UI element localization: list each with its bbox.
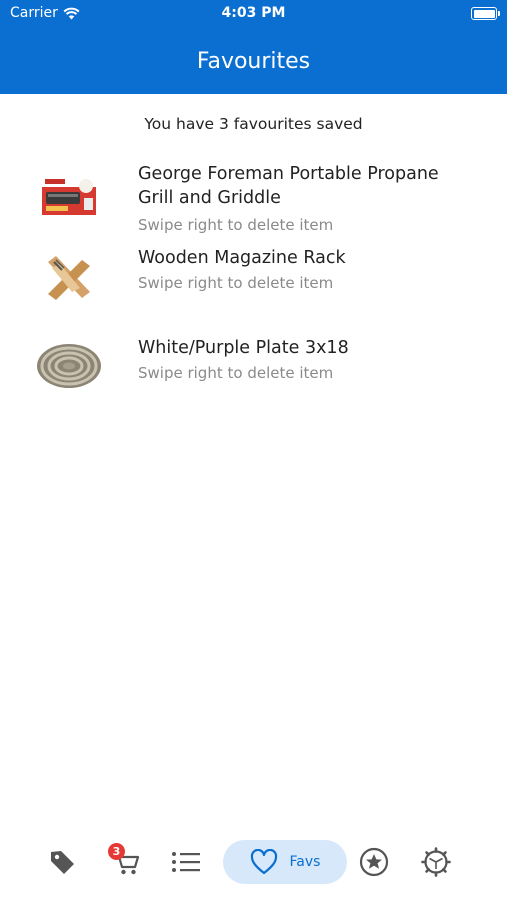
status-bar: Carrier 4:03 PM xyxy=(0,0,507,28)
item-title: White/Purple Plate 3x18 xyxy=(138,338,349,358)
list-item[interactable]: Wooden Magazine Rack Swipe right to dele… xyxy=(0,246,507,334)
swipe-hint: Swipe right to delete item xyxy=(138,364,334,382)
coil-plate-thumbnail xyxy=(37,344,101,388)
gear-icon xyxy=(421,847,451,877)
grill-thumbnail xyxy=(42,177,96,215)
list-item[interactable]: George Foreman Portable Propane Grill an… xyxy=(0,158,507,246)
swipe-hint: Swipe right to delete item xyxy=(138,274,334,292)
heart-icon xyxy=(250,849,277,875)
list-icon xyxy=(172,852,200,872)
tag-icon xyxy=(51,851,74,874)
star-circle-icon xyxy=(359,847,389,877)
tab-featured[interactable] xyxy=(352,840,396,884)
battery-icon xyxy=(471,7,500,20)
tab-bar: 3 Favs xyxy=(0,832,507,900)
favourites-list: George Foreman Portable Propane Grill an… xyxy=(0,158,507,422)
item-title: George Foreman Portable Propane Grill an… xyxy=(138,164,439,208)
nav-header: Favourites xyxy=(0,28,507,94)
item-title: Wooden Magazine Rack xyxy=(138,248,346,268)
tab-settings[interactable] xyxy=(414,840,458,884)
swipe-hint: Swipe right to delete item xyxy=(138,216,334,234)
tab-favs-label: Favs xyxy=(289,854,321,870)
tab-deals[interactable] xyxy=(42,840,82,884)
tab-favs[interactable]: Favs xyxy=(223,840,347,884)
favourites-count-text: You have 3 favourites saved xyxy=(144,115,363,133)
tab-list[interactable] xyxy=(166,840,206,884)
status-time: 4:03 PM xyxy=(221,5,286,21)
list-item[interactable]: White/Purple Plate 3x18 Swipe right to d… xyxy=(0,334,507,422)
cart-badge: 3 xyxy=(108,843,125,860)
page-title: Favourites xyxy=(196,48,311,74)
magazine-rack-thumbnail xyxy=(48,256,90,300)
